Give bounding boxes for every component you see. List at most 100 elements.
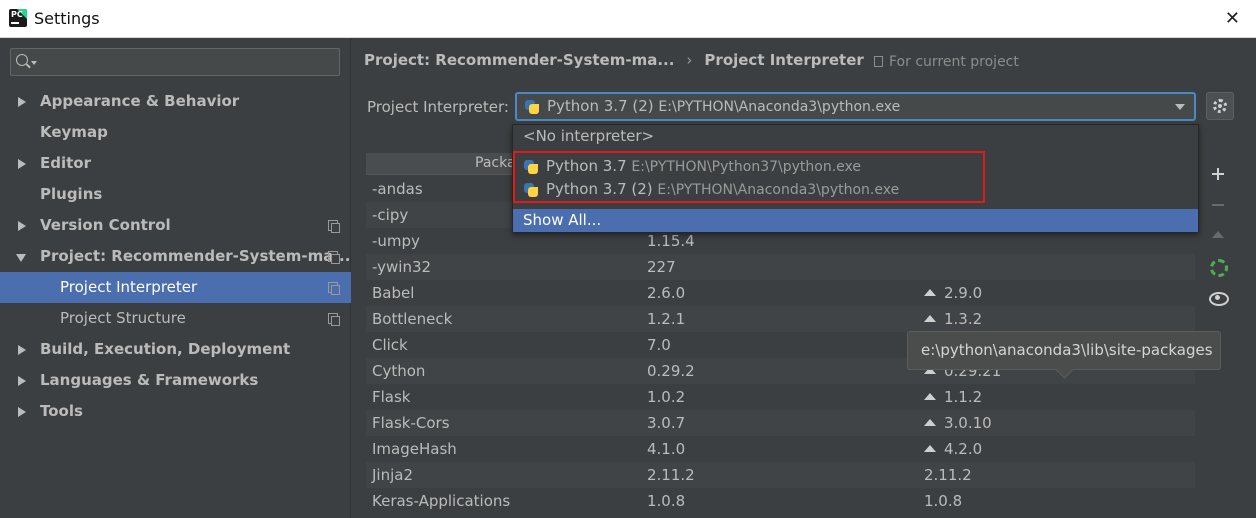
sidebar-item-label: Version Control [40,216,171,234]
table-row[interactable]: ImageHash 4.1.0 4.2.0 [366,436,1195,462]
expand-arrow-icon[interactable] [18,407,26,417]
table-row[interactable]: -ywin32 227 [366,254,1195,280]
upgrade-available-icon [924,445,936,452]
sidebar-item-label: Keymap [40,123,108,141]
package-latest: 1.3.2 [924,306,982,332]
upgrade-available-icon [924,289,936,296]
sidebar-item-label: Project Interpreter [60,278,198,296]
interpreter-select[interactable]: Python 3.7 (2) E:\PYTHON\Anaconda3\pytho… [515,92,1196,121]
package-name: ImageHash [372,440,457,458]
interpreter-settings-button[interactable] [1206,92,1234,120]
pycharm-icon: PC [9,9,27,27]
sidebar-item-label: Project Structure [60,309,186,327]
latest-version-text: 2.9.0 [944,284,983,302]
project-scope-icon [328,220,340,233]
table-row[interactable]: Bottleneck 1.2.1 1.3.2 [366,306,1195,332]
latest-version-text: 1.0.8 [924,492,963,510]
option-label: <No interpreter> [523,127,655,145]
package-version: 227 [647,258,676,276]
package-latest: 2.11.2 [924,462,972,488]
latest-version-text: 1.3.2 [944,310,983,328]
package-name: Babel [372,284,415,302]
sidebar-item-label: Build, Execution, Deployment [40,340,291,358]
expand-arrow-icon[interactable] [18,159,26,169]
package-version: 4.1.0 [647,440,686,458]
latest-version-text: 4.2.0 [944,440,983,458]
package-version: 2.6.0 [647,284,686,302]
package-version: 7.0 [647,336,671,354]
chevron-down-icon[interactable] [1175,104,1185,110]
sidebar-item-keymap[interactable]: Keymap [0,117,351,148]
package-name: -umpy [372,232,420,250]
expand-arrow-icon[interactable] [18,345,26,355]
settings-sidebar: Appearance & Behavior Keymap Editor Plug… [0,38,351,518]
sidebar-item-label: Appearance & Behavior [40,92,240,110]
table-row[interactable]: Flask 1.0.2 1.1.2 [366,384,1195,410]
interpreter-path: E:\PYTHON\Anaconda3\python.exe [658,99,901,115]
loading-spinner-icon [1203,254,1231,280]
sidebar-item-project-interpreter[interactable]: Project Interpreter [0,272,351,303]
python-icon [524,99,540,115]
table-row[interactable]: Flask-Cors 3.0.7 3.0.10 [366,410,1195,436]
scope-text: For current project [889,54,1019,70]
collapse-arrow-icon[interactable] [16,254,26,262]
breadcrumb-page: Project Interpreter [704,51,864,69]
package-version: 2.11.2 [647,466,695,484]
breadcrumb: Project: Recommender-System-ma... › Projec… [364,51,864,69]
package-latest: 1.1.2 [924,384,982,410]
sidebar-item-label: Tools [40,402,83,420]
interpreter-dropdown-list: <No interpreter> Python 3.7 E:\PYTHON\Py… [512,124,1199,232]
sidebar-item-label: Languages & Frameworks [40,371,259,389]
interpreter-label: Project Interpreter: [367,98,509,116]
annotation-highlight-box [513,151,985,203]
chevron-down-icon [31,61,37,65]
package-latest: 4.2.0 [924,436,982,462]
table-row[interactable]: Babel 2.6.0 2.9.0 [366,280,1195,306]
expand-arrow-icon[interactable] [18,97,26,107]
upgrade-package-icon[interactable] [1203,223,1231,249]
remove-package-icon[interactable] [1203,192,1231,218]
option-no-interpreter[interactable]: <No interpreter> [513,125,1198,148]
sidebar-item-editor[interactable]: Editor [0,148,351,179]
sidebar-item-plugins[interactable]: Plugins [0,179,351,210]
package-name: -ywin32 [372,258,432,276]
sidebar-item-label: Editor [40,154,91,172]
project-scope-icon [328,313,340,326]
title-bar: PC Settings ✕ [0,0,1256,38]
sidebar-item-languages-frameworks[interactable]: Languages & Frameworks [0,365,351,396]
close-icon[interactable]: ✕ [1225,8,1240,29]
expand-arrow-icon[interactable] [18,221,26,231]
package-version: 1.0.8 [647,492,686,510]
project-scope-icon [328,251,340,264]
package-name: Click [372,336,408,354]
sidebar-item-build-execution-deployment[interactable]: Build, Execution, Deployment [0,334,351,365]
upgrade-available-icon [924,315,936,322]
sidebar-item-project[interactable]: Project: Recommender-System-ma... [0,241,351,272]
latest-version-text: 3.0.10 [944,414,992,432]
table-row[interactable]: Jinja2 2.11.2 2.11.2 [366,462,1195,488]
sidebar-item-appearance-behavior[interactable]: Appearance & Behavior [0,86,351,117]
package-name: Flask-Cors [372,414,450,432]
table-row[interactable]: Keras-Applications 1.0.8 1.0.8 [366,488,1195,514]
sidebar-item-label: Plugins [40,185,103,203]
package-latest: 2.9.0 [924,280,982,306]
expand-arrow-icon[interactable] [18,376,26,386]
sidebar-item-project-structure[interactable]: Project Structure [0,303,351,334]
package-name: Bottleneck [372,310,453,328]
show-early-releases-icon[interactable] [1203,285,1231,311]
option-show-all[interactable]: Show All... [513,209,1198,232]
breadcrumb-project: Project: Recommender-System-ma... [364,51,675,69]
sidebar-item-version-control[interactable]: Version Control [0,210,351,241]
sidebar-item-tools[interactable]: Tools [0,396,351,427]
package-name: -cipy [372,206,409,224]
search-input[interactable] [10,48,340,76]
column-header-package[interactable]: Packa [475,155,516,171]
settings-tree: Appearance & Behavior Keymap Editor Plug… [0,86,351,427]
settings-main-panel: Project: Recommender-System-ma... › Projec… [352,38,1256,518]
package-latest: 3.0.10 [924,410,992,436]
option-label: Show All... [523,211,602,229]
upgrade-available-icon [924,393,936,400]
add-package-icon[interactable] [1203,161,1231,187]
package-latest: 1.0.8 [924,488,962,514]
gear-icon [1213,99,1227,113]
